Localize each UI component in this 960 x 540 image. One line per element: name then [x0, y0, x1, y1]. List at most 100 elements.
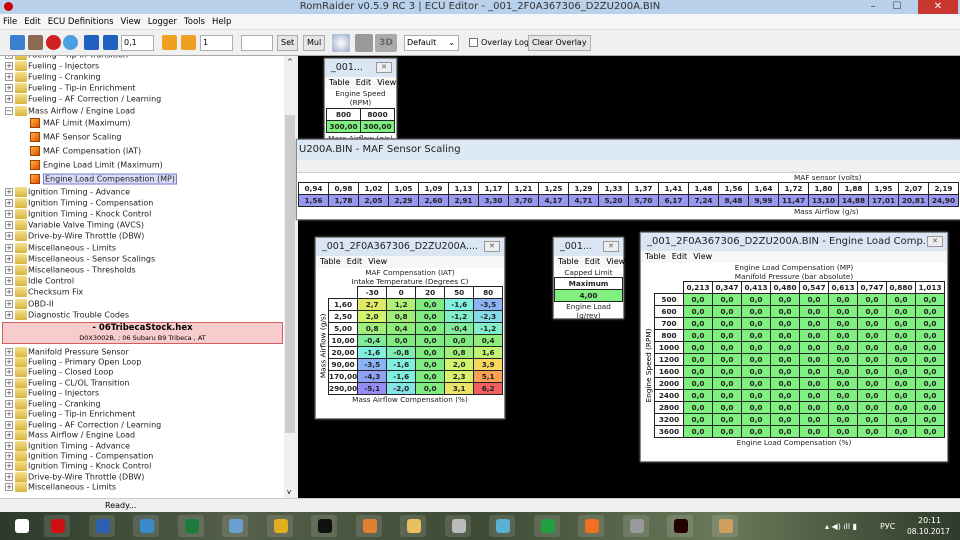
axis-cell[interactable]: 1,29 [568, 182, 599, 195]
value-cell[interactable]: -1,2 [473, 322, 504, 335]
expand-icon[interactable]: + [5, 483, 13, 492]
value-cell[interactable]: 0,0 [712, 389, 742, 402]
close-icon[interactable]: ✕ [484, 241, 500, 252]
menu-view[interactable]: View [606, 256, 625, 268]
tree-folder-item[interactable]: + Miscellaneous - Limits [0, 482, 284, 493]
menu-view[interactable]: View [121, 14, 141, 29]
tree-folder-item[interactable]: + Idle Control [0, 276, 284, 287]
value-cell[interactable]: 0,0 [415, 346, 446, 359]
value-cell[interactable]: 0,0 [886, 365, 916, 378]
value-cell[interactable]: 0,0 [886, 329, 916, 342]
firefox-icon[interactable] [578, 515, 604, 537]
value-cell[interactable]: 0,0 [799, 317, 829, 330]
value-cell[interactable]: 0,0 [741, 305, 771, 318]
value-cell[interactable]: -1,6 [386, 358, 417, 371]
axis-cell[interactable]: 2,07 [898, 182, 929, 195]
expand-icon[interactable]: + [5, 472, 13, 481]
value-cell[interactable]: 0,0 [857, 413, 887, 426]
value-cell[interactable]: 0,0 [712, 413, 742, 426]
value-cell[interactable]: 2,3 [444, 370, 475, 383]
color-palette-icon[interactable] [332, 34, 350, 52]
expand-icon[interactable]: + [5, 399, 13, 408]
maf-limit-window[interactable]: _001... ✕ Table Edit View Engine Speed (RPM… [324, 58, 397, 143]
value-cell[interactable]: 0,0 [857, 401, 887, 414]
menu-view[interactable]: View [693, 251, 712, 263]
save-icon[interactable] [28, 35, 43, 50]
expand-icon[interactable]: + [5, 299, 13, 308]
x-axis-cell[interactable]: 0,213 [683, 281, 713, 294]
expand-icon[interactable]: + [5, 310, 13, 319]
paint-icon[interactable] [711, 515, 738, 537]
value-cell[interactable]: 0,0 [799, 377, 829, 390]
value-cell[interactable]: 0,0 [712, 401, 742, 414]
scroll-up-icon[interactable]: ^ [287, 58, 293, 66]
value-cell[interactable]: 0,0 [799, 293, 829, 306]
value-cell[interactable]: 5,20 [598, 194, 629, 207]
value-cell[interactable]: 0,0 [828, 293, 858, 306]
value-cell[interactable]: 0,0 [741, 329, 771, 342]
y-axis-cell[interactable]: 5,00 [327, 322, 359, 335]
expand-icon[interactable]: + [5, 368, 13, 377]
value-cell[interactable]: -1,6 [444, 298, 475, 311]
expand-icon[interactable]: + [5, 95, 13, 104]
value-cell[interactable]: 0,0 [886, 425, 916, 438]
value-cell[interactable]: 0,0 [415, 358, 446, 371]
value-cell[interactable]: 2,60 [418, 194, 449, 207]
value-cell[interactable]: 0,0 [828, 329, 858, 342]
open-icon[interactable] [10, 35, 25, 50]
tree-folder-item[interactable]: + Diagnostic Trouble Codes [0, 309, 284, 320]
value-cell[interactable]: 0,8 [386, 310, 417, 323]
value-cell[interactable]: 0,4 [386, 322, 417, 335]
clear-overlay-button[interactable]: Clear Overlay [528, 35, 591, 51]
value-cell[interactable]: 0,0 [828, 425, 858, 438]
value-cell[interactable]: 0,0 [828, 377, 858, 390]
x-axis-cell[interactable]: 0,613 [828, 281, 858, 294]
y-axis-cell[interactable]: 20,00 [327, 346, 359, 359]
flash-drive-icon[interactable] [489, 515, 515, 537]
y-axis-cell[interactable]: 1,60 [327, 298, 359, 311]
expand-icon[interactable]: + [5, 243, 13, 252]
value-cell[interactable]: 0,0 [741, 425, 771, 438]
tree-folder-item[interactable]: + Variable Valve Timing (AVCS) [0, 220, 284, 231]
tree-folder-item[interactable]: + Checksum Fix [0, 287, 284, 298]
x-axis-cell[interactable]: 0,413 [741, 281, 771, 294]
value-cell[interactable]: 0,0 [712, 305, 742, 318]
value-cell[interactable]: -2,3 [473, 310, 504, 323]
menu-table[interactable]: Table [558, 256, 579, 268]
y-axis-cell[interactable]: 3600 [654, 425, 684, 438]
value-cell[interactable]: 0,0 [886, 293, 916, 306]
value-cell[interactable]: 0,0 [915, 353, 945, 366]
value-cell[interactable]: 0,8 [357, 322, 388, 335]
menu-table[interactable]: Table [320, 256, 341, 268]
value-cell[interactable]: 0,0 [886, 341, 916, 354]
axis-cell[interactable]: 1,13 [448, 182, 479, 195]
value-cell[interactable]: 0,0 [799, 329, 829, 342]
value-cell[interactable]: 0,0 [683, 305, 713, 318]
expand-icon[interactable]: + [5, 462, 13, 471]
value-cell[interactable]: 0,8 [444, 346, 475, 359]
value-cell[interactable]: 11,47 [778, 194, 809, 207]
collapse-icon[interactable]: − [5, 106, 13, 115]
refresh-icon[interactable] [63, 35, 78, 50]
value-cell[interactable]: 0,0 [799, 425, 829, 438]
menu-help[interactable]: Help [212, 14, 231, 29]
axis-cell[interactable]: 1,56 [718, 182, 749, 195]
x-axis-cell[interactable]: 0,547 [799, 281, 829, 294]
value-cell[interactable]: -4,3 [357, 370, 388, 383]
value-cell[interactable]: 0,0 [799, 413, 829, 426]
tree-folder-item[interactable]: + Fueling - CL/OL Transition [0, 377, 284, 388]
axis-cell[interactable]: 0,94 [298, 182, 329, 195]
tree-table-item[interactable]: MAF Compensation (IAT) [0, 144, 284, 158]
axis-cell[interactable]: 1,02 [358, 182, 389, 195]
maf-compensation-window[interactable]: _001_2F0A367306_D2ZU200A.... ✕ Table Edit V… [315, 237, 505, 419]
value-cell[interactable]: 0,0 [828, 401, 858, 414]
menu-table[interactable]: Table [645, 251, 666, 263]
menu-edit[interactable]: Edit [356, 77, 372, 89]
value-cell[interactable]: 0,0 [683, 353, 713, 366]
expand-icon[interactable]: + [5, 198, 13, 207]
value-cell[interactable]: 17,01 [868, 194, 899, 207]
tree-folder-item[interactable]: + Manifold Pressure Sensor [0, 346, 284, 357]
axis-cell[interactable]: 8000 [360, 108, 395, 121]
value-cell[interactable]: 0,0 [770, 353, 800, 366]
value-cell[interactable]: 0,0 [799, 401, 829, 414]
